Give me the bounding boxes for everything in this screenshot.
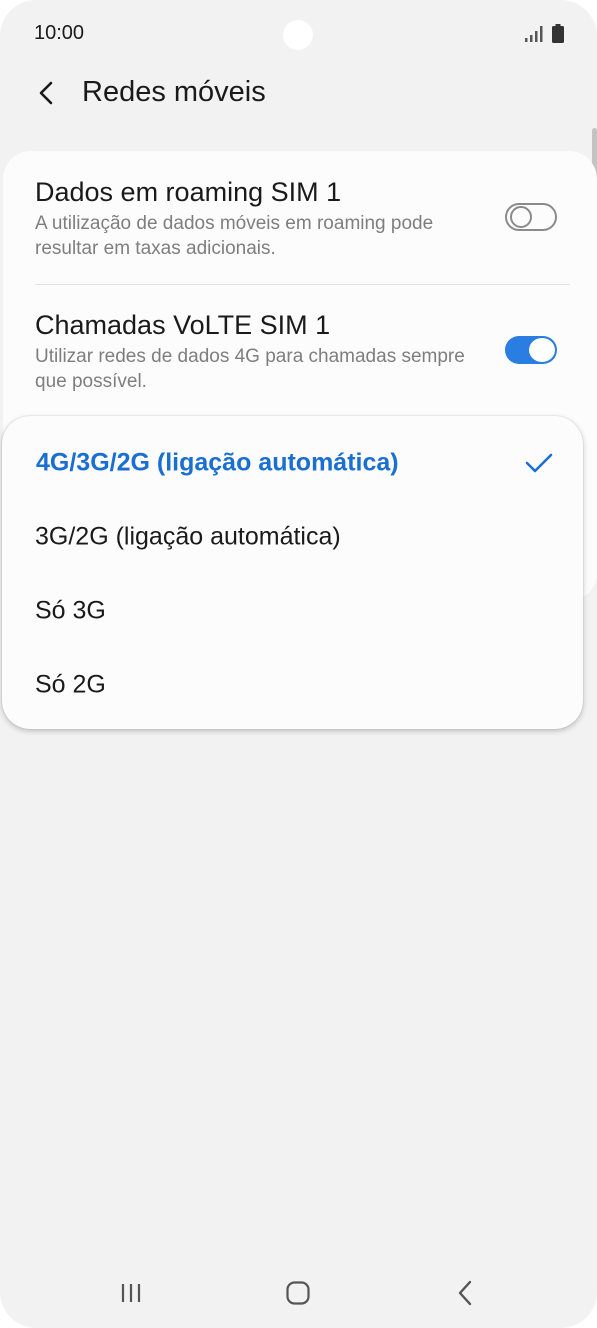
- chevron-left-icon[interactable]: [32, 78, 60, 108]
- home-icon[interactable]: [285, 1280, 311, 1306]
- setting-row-volte-calls[interactable]: Chamadas VoLTE SIM 1 Utilizar redes de d…: [35, 308, 570, 394]
- status-time: 10:00: [34, 22, 85, 44]
- checkmark-icon: [525, 453, 553, 473]
- setting-description: A utilização de dados móveis em roaming …: [35, 213, 434, 259]
- menu-option-3g-only[interactable]: Só 3G: [2, 574, 583, 648]
- menu-option-3g-2g[interactable]: 3G/2G (ligação automática): [2, 500, 583, 574]
- menu-option-label: 3G/2G (ligação automática): [35, 522, 341, 551]
- setting-title: Chamadas VoLTE SIM 1: [35, 310, 331, 340]
- phone-screen: 10:00 Redes móveis Dados em roaming SIM …: [0, 0, 597, 1328]
- menu-option-4g-3g-2g[interactable]: 4G/3G/2G (ligação automática): [2, 426, 583, 500]
- recents-icon[interactable]: [118, 1280, 144, 1306]
- page-title: Redes móveis: [82, 76, 266, 108]
- menu-option-2g-only[interactable]: Só 2G: [2, 648, 583, 722]
- menu-option-label: Só 3G: [35, 596, 106, 625]
- setting-title: Dados em roaming SIM 1: [35, 177, 342, 207]
- network-mode-menu: 4G/3G/2G (ligação automática) 3G/2G (lig…: [2, 416, 583, 729]
- toggle-knob: [510, 206, 532, 228]
- menu-option-label: Só 2G: [35, 670, 106, 699]
- menu-option-label: 4G/3G/2G (ligação automática): [36, 448, 399, 477]
- setting-row-data-roaming[interactable]: Dados em roaming SIM 1 A utilização de d…: [35, 175, 570, 261]
- camera-cutout: [283, 20, 313, 50]
- divider: [35, 284, 570, 285]
- volte-calls-toggle[interactable]: [505, 336, 557, 364]
- back-icon[interactable]: [455, 1279, 475, 1307]
- battery-icon: [552, 24, 564, 43]
- signal-icon: [525, 26, 543, 42]
- setting-description: Utilizar redes de dados 4G para chamadas…: [35, 346, 465, 392]
- data-roaming-toggle[interactable]: [505, 203, 557, 231]
- toggle-knob: [529, 338, 555, 362]
